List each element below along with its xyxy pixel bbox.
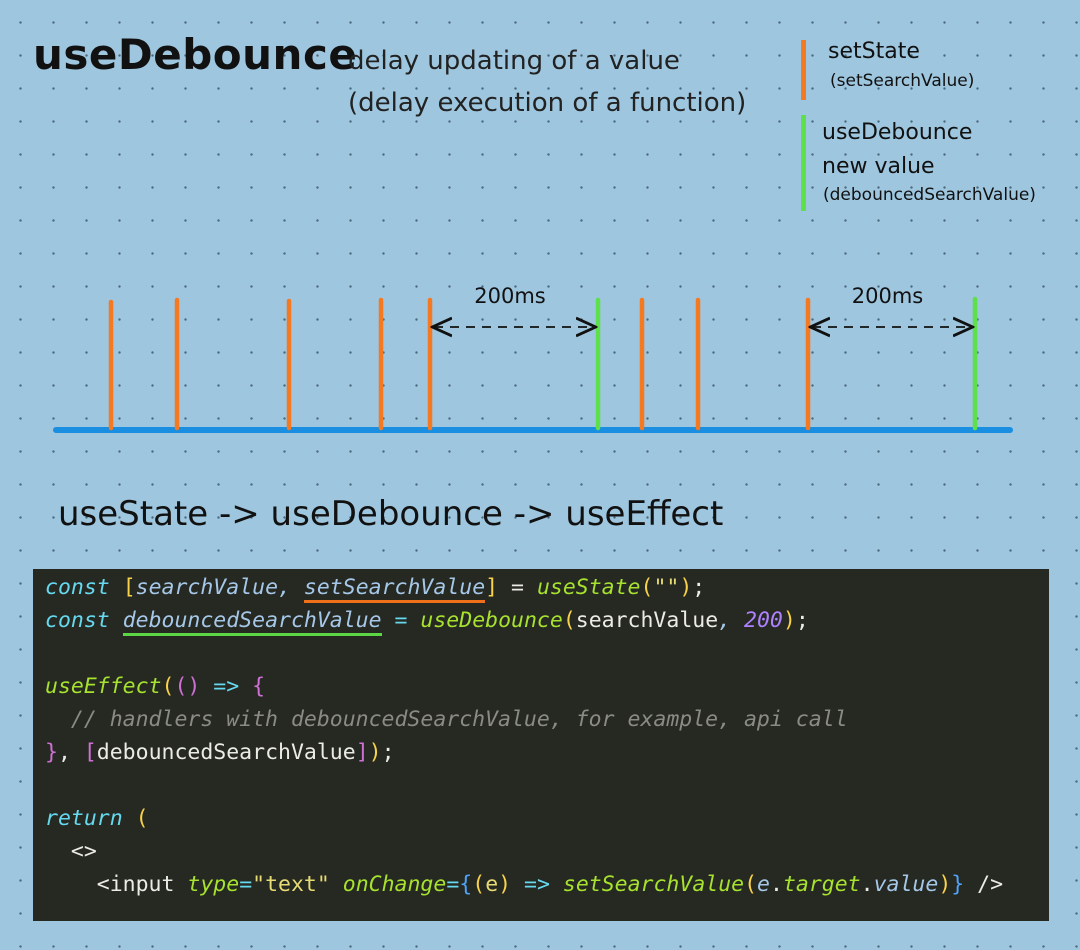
interval-label: 200ms — [474, 284, 545, 308]
code-line: const debouncedSearchValue = useDebounce… — [45, 604, 1049, 637]
code-token: return — [45, 806, 123, 831]
code-token: const — [45, 608, 110, 633]
code-line: const [searchValue, setSearchValue] = us… — [45, 571, 1049, 604]
code-token: ) — [498, 872, 512, 897]
code-token: ( — [472, 872, 486, 897]
code-token: ) — [368, 740, 382, 765]
code-token: onChange — [342, 872, 447, 897]
code-token: = — [446, 872, 460, 897]
code-token: ; — [381, 740, 395, 765]
code-token: ( — [640, 575, 654, 600]
code-token: { — [459, 872, 473, 897]
code-token: useDebounce — [420, 608, 563, 633]
code-token: <> — [70, 839, 97, 864]
interval-label: 200ms — [852, 284, 923, 308]
code-token: , — [278, 575, 304, 600]
code-token: const — [45, 575, 110, 600]
debounce-timeline: 200ms 200ms — [53, 284, 1013, 433]
code-token: "text" — [252, 872, 330, 897]
page-title: useDebounce — [33, 30, 358, 79]
code-token: "" — [653, 575, 680, 600]
subtitle-line-2: (delay execution of a function) — [348, 88, 747, 118]
code-token: , — [57, 740, 84, 765]
code-line: }, [debouncedSearchValue]); — [45, 736, 1049, 769]
code-token: ; — [692, 575, 706, 600]
code-token: searchValue — [575, 608, 719, 633]
legend-setstate-bar — [801, 40, 806, 100]
code-line: useEffect(() => { — [45, 670, 1049, 703]
code-token: <input — [96, 872, 175, 897]
legend-setstate-label: setState — [828, 39, 920, 64]
code-token: [ — [122, 575, 136, 600]
code-token: () — [174, 674, 201, 699]
code-token: useEffect — [45, 674, 162, 699]
code-token: e — [757, 872, 770, 897]
code-token: debouncedSearchValue — [96, 740, 356, 765]
code-token-debouncedsearchvalue: debouncedSearchValue — [122, 608, 382, 636]
code-token: /> — [964, 872, 1004, 897]
code-token: ; — [795, 608, 809, 633]
code-token: = — [239, 872, 253, 897]
code-token: type — [187, 872, 240, 897]
code-token: ] — [355, 740, 369, 765]
code-line: return ( — [45, 802, 1049, 835]
code-token: useState — [536, 575, 641, 600]
code-token: ( — [744, 872, 758, 897]
code-token: ( — [562, 608, 576, 633]
code-line: // handlers with debouncedSearchValue, f… — [45, 703, 1049, 736]
code-token: = — [498, 575, 537, 600]
code-line: <input type="text" onChange={(e) => setS… — [45, 868, 1049, 901]
code-token: 200 — [744, 608, 783, 633]
legend-usedebounce-label-2: new value — [822, 154, 935, 179]
code-token: = — [381, 608, 421, 633]
code-token-setsearchvalue: setSearchValue — [303, 575, 486, 603]
code-token: } — [951, 872, 965, 897]
code-token: } — [45, 740, 58, 765]
code-token: . — [860, 872, 874, 897]
legend-usedebounce-sub: (debouncedSearchValue) — [823, 185, 1036, 205]
code-token: => — [200, 674, 253, 699]
code-token: ) — [938, 872, 952, 897]
code-token: . — [770, 872, 783, 897]
code-comment: // handlers with debouncedSearchValue, f… — [70, 707, 848, 732]
code-block: const [searchValue, setSearchValue] = us… — [33, 569, 1049, 921]
code-token: ( — [161, 674, 175, 699]
code-token: value — [873, 872, 939, 897]
code-token: ( — [135, 806, 149, 831]
code-token: { — [252, 674, 266, 699]
code-token: [ — [83, 740, 97, 765]
subtitle-line-1: delay updating of a value — [348, 46, 680, 76]
code-token: , — [718, 608, 745, 633]
code-token: e — [485, 872, 499, 897]
legend-usedebounce-bar — [801, 115, 806, 211]
legend-usedebounce-label-1: useDebounce — [822, 120, 973, 145]
flow-text: useState -> useDebounce -> useEffect — [58, 494, 724, 534]
code-token: target — [782, 872, 861, 897]
code-token: searchValue — [135, 575, 279, 600]
legend-setstate-sub: (setSearchValue) — [830, 71, 975, 91]
code-token: ) — [782, 608, 796, 633]
code-token: => — [511, 872, 563, 897]
code-token: ) — [679, 575, 693, 600]
code-token: setSearchValue — [562, 872, 745, 897]
code-token: ] — [485, 575, 499, 600]
code-line: <> — [45, 835, 1049, 868]
subtitle: delay updating of a value (delay executi… — [348, 40, 746, 124]
